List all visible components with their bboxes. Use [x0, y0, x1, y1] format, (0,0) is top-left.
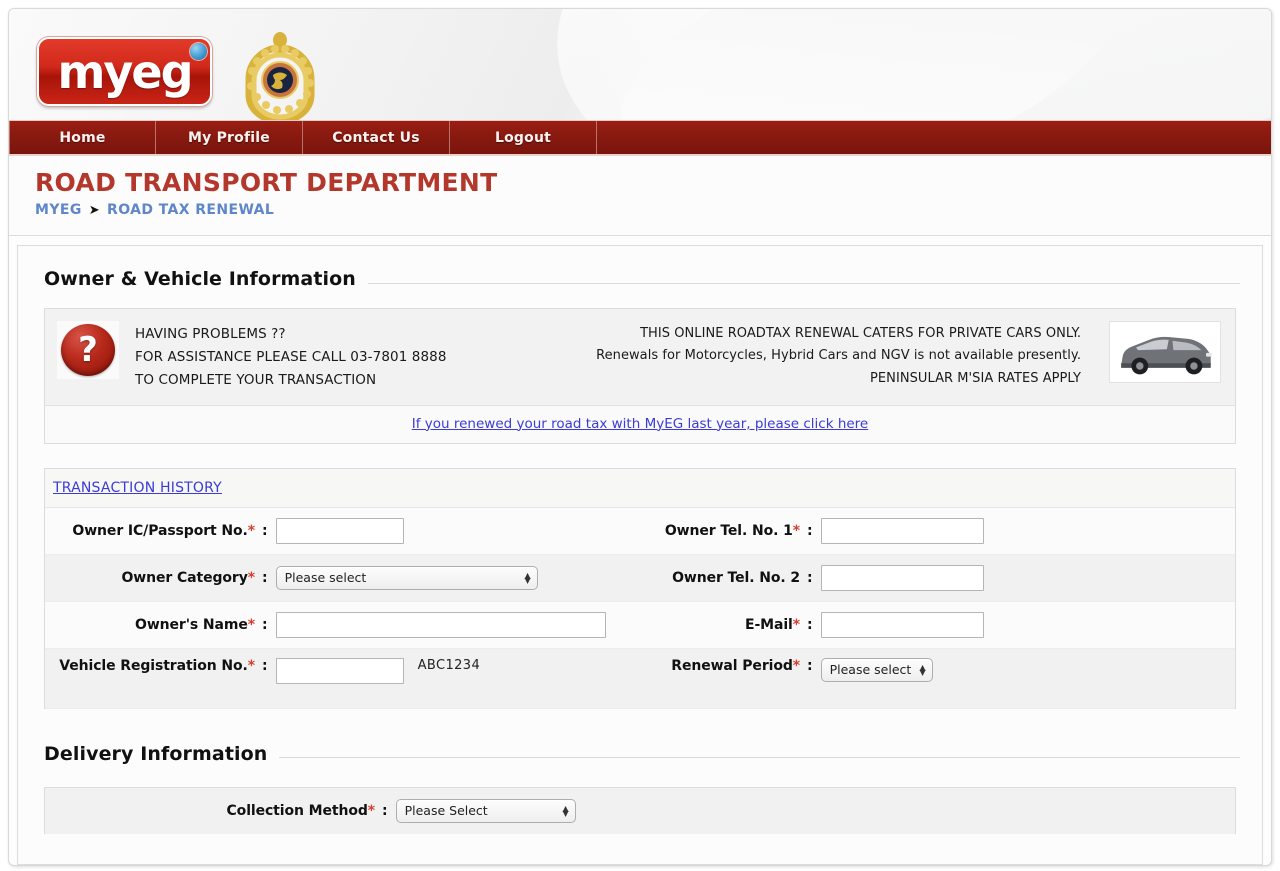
section-title-owner-vehicle: Owner & Vehicle Information — [44, 268, 356, 290]
page-title-block: ROAD TRANSPORT DEPARTMENT MYEG ➤ ROAD TA… — [9, 156, 1271, 236]
car-photo — [1109, 321, 1221, 383]
colon-email: : — [807, 616, 813, 633]
label-email: E-Mail* — [745, 616, 800, 633]
owner-tel1-input[interactable] — [820, 517, 984, 544]
required-marker: * — [247, 522, 255, 539]
nav-item-my-profile[interactable]: My Profile — [156, 121, 303, 154]
chevron-updown-icon: ▲ ▼ — [562, 803, 569, 818]
owner-vehicle-form: TRANSACTION HISTORY Owner IC/Passport No… — [44, 467, 1236, 709]
label-owner-tel1: Owner Tel. No. 1* — [664, 522, 800, 539]
required-marker: * — [792, 616, 800, 633]
required-marker: * — [247, 616, 255, 633]
colon-owner-tel1: : — [807, 522, 813, 539]
renewal-period-selected-value: Please select — [829, 662, 912, 678]
required-marker: * — [247, 657, 255, 674]
owner-tel2-input[interactable] — [820, 564, 984, 591]
form-row-owner-ic: Owner IC/Passport No.* : Owner Tel. No. … — [45, 507, 1235, 555]
renewal-period-select[interactable]: Please select ▲ ▼ — [820, 657, 933, 682]
owner-category-select[interactable]: Please select ▲ ▼ — [275, 565, 538, 590]
field-owner-category: Owner Category* : Please select ▲ ▼ — [45, 565, 640, 590]
label-owner-ic: Owner IC/Passport No.* — [72, 522, 255, 539]
vehicle-reg-hint: ABC1234 — [417, 657, 481, 673]
field-owner-name: Owner's Name* : — [45, 611, 640, 638]
colon-renewal-period: : — [807, 657, 813, 674]
chevron-updown-icon: ▲ ▼ — [919, 662, 926, 677]
notice-line-3: PENINSULAR M'SIA RATES APPLY — [870, 370, 1081, 386]
field-renewal-period: Renewal Period* : Please select ▲ ▼ — [640, 657, 1235, 682]
jpj-crest-icon — [237, 31, 323, 120]
transaction-history-row: TRANSACTION HISTORY — [45, 468, 1235, 508]
breadcrumb-arrow-icon: ➤ — [88, 202, 101, 218]
field-owner-tel1: Owner Tel. No. 1* : — [640, 517, 1235, 544]
field-email: E-Mail* : — [640, 611, 1235, 638]
main-navigation: Home My Profile Contact Us Logout — [9, 120, 1271, 156]
myeg-logo[interactable]: myeg — [37, 37, 212, 106]
required-marker: * — [247, 569, 255, 586]
collection-method-select[interactable]: Please Select ▲ ▼ — [395, 798, 576, 823]
label-collection-method: Collection Method* — [226, 802, 376, 819]
owner-ic-input[interactable] — [275, 517, 404, 544]
nav-item-home[interactable]: Home — [9, 121, 156, 154]
breadcrumb-current: ROAD TAX RENEWAL — [107, 202, 275, 219]
page-title: ROAD TRANSPORT DEPARTMENT — [35, 168, 498, 197]
chevron-updown-icon: ▲ ▼ — [524, 570, 531, 585]
colon-collection-method: : — [382, 802, 388, 819]
colon-vehicle-reg: : — [262, 657, 268, 674]
label-owner-category: Owner Category* — [121, 569, 256, 586]
section-divider — [367, 282, 1240, 284]
myeg-logo-text: myeg — [57, 44, 193, 99]
section-divider — [279, 757, 1240, 759]
nav-item-logout[interactable]: Logout — [450, 121, 597, 154]
content-panel: Owner & Vehicle Information ? HAVING PRO… — [17, 245, 1263, 865]
help-notice-row: ? HAVING PROBLEMS ?? FOR ASSISTANCE PLEA… — [45, 309, 1235, 405]
colon-owner-name: : — [262, 616, 268, 633]
section-title-delivery: Delivery Information — [44, 742, 268, 765]
form-row-owner-name: Owner's Name* : E-Mail* : — [45, 601, 1235, 649]
vehicle-reg-input[interactable] — [275, 657, 404, 684]
help-notice-right-text: THIS ONLINE ROADTAX RENEWAL CATERS FOR P… — [596, 321, 1081, 390]
site-banner: myeg — [9, 9, 1271, 120]
notice-line-1: THIS ONLINE ROADTAX RENEWAL CATERS FOR P… — [640, 326, 1081, 341]
required-marker: * — [367, 802, 375, 819]
colon-owner-tel2: : — [807, 569, 813, 586]
notice-line-2: Renewals for Motorcycles, Hybrid Cars an… — [596, 348, 1081, 364]
renewed-last-year-link[interactable]: If you renewed your road tax with MyEG l… — [412, 416, 869, 432]
section-header-owner-vehicle: Owner & Vehicle Information — [18, 246, 1262, 290]
field-vehicle-reg: Vehicle Registration No.* : ABC1234 — [45, 657, 640, 684]
owner-category-selected-value: Please select — [284, 570, 367, 586]
label-renewal-period: Renewal Period* — [671, 657, 800, 674]
section-header-delivery: Delivery Information — [18, 709, 1262, 765]
myeg-logo-globe-icon — [190, 43, 207, 60]
nav-item-contact-us[interactable]: Contact Us — [303, 121, 450, 154]
owner-name-input[interactable] — [275, 611, 606, 638]
label-owner-name: Owner's Name* — [135, 616, 255, 633]
colon-owner-category: : — [262, 569, 268, 586]
breadcrumb-root[interactable]: MYEG — [35, 202, 82, 218]
email-input[interactable] — [820, 611, 984, 638]
required-marker: * — [792, 657, 800, 674]
help-line-3: TO COMPLETE YOUR TRANSACTION — [135, 372, 377, 389]
field-owner-ic: Owner IC/Passport No.* : — [45, 517, 640, 544]
help-notice-left-text: HAVING PROBLEMS ?? FOR ASSISTANCE PLEASE… — [135, 321, 447, 393]
colon-owner-ic: : — [262, 522, 268, 539]
renewal-last-year-link-row: If you renewed your road tax with MyEG l… — [45, 404, 1235, 443]
form-row-vehicle-reg: Vehicle Registration No.* : ABC1234 Rene… — [45, 648, 1235, 709]
help-notice-box: ? HAVING PROBLEMS ?? FOR ASSISTANCE PLEA… — [44, 308, 1236, 444]
delivery-form: Collection Method* : Please Select ▲ ▼ — [44, 786, 1236, 834]
question-mark-glyph: ? — [61, 324, 115, 376]
form-row-owner-category: Owner Category* : Please select ▲ ▼ Owner… — [45, 554, 1235, 602]
breadcrumb: MYEG ➤ ROAD TAX RENEWAL — [35, 202, 1271, 218]
field-owner-tel2: Owner Tel. No. 2 : — [640, 564, 1235, 591]
form-row-collection-method: Collection Method* : Please Select ▲ ▼ — [45, 787, 1235, 834]
label-vehicle-reg: Vehicle Registration No.* — [59, 657, 255, 674]
question-mark-icon: ? — [57, 321, 119, 379]
page-frame: myeg Home My Profile Contact Us Logout R… — [8, 8, 1272, 866]
help-line-2: FOR ASSISTANCE PLEASE CALL 03-7801 8888 — [135, 349, 447, 366]
label-owner-tel2: Owner Tel. No. 2 — [672, 569, 800, 586]
help-line-1: HAVING PROBLEMS ?? — [135, 326, 286, 342]
required-marker: * — [792, 522, 800, 539]
transaction-history-link[interactable]: TRANSACTION HISTORY — [53, 480, 222, 496]
collection-method-selected-value: Please Select — [404, 803, 488, 819]
